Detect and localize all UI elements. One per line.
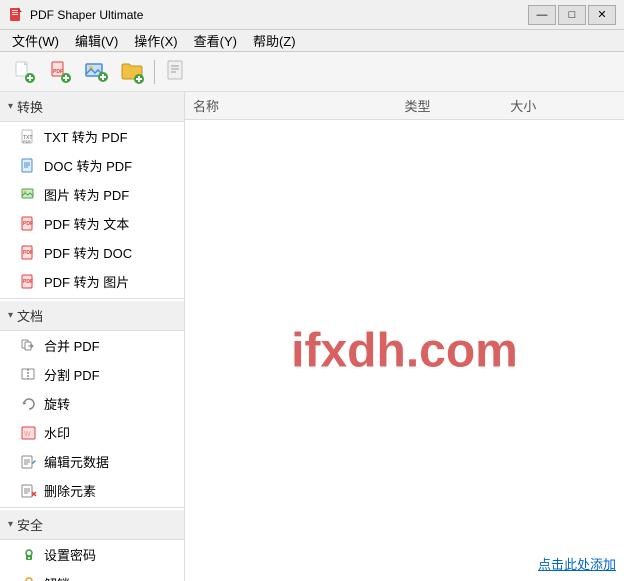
sidebar-section-convert-label: 转换 <box>17 97 43 116</box>
sidebar-item-txt-to-pdf-label: TXT 转为 PDF <box>44 127 128 146</box>
svg-text:PDF: PDF <box>23 221 33 227</box>
watermark-text: ifxdh.com <box>291 323 518 378</box>
app-title: PDF Shaper Ultimate <box>30 8 143 22</box>
pdf-to-doc-icon: PDF <box>20 244 38 262</box>
img-to-pdf-icon <box>20 186 38 204</box>
sidebar-item-set-password-label: 设置密码 <box>44 545 96 564</box>
sidebar-item-unlock[interactable]: 解锁 <box>0 569 184 581</box>
sidebar-item-set-password[interactable]: 设置密码 <box>0 540 184 569</box>
sidebar-item-watermark[interactable]: W 水印 <box>0 418 184 447</box>
menu-view[interactable]: 查看(Y) <box>186 29 245 52</box>
toolbar-doc[interactable] <box>161 56 193 88</box>
sidebar-section-security-items: 设置密码 解锁 签名 <box>0 540 184 581</box>
sidebar-divider-2 <box>0 507 184 508</box>
sidebar-item-rotate-label: 旋转 <box>44 394 70 413</box>
edit-meta-icon <box>20 453 38 471</box>
toolbar-separator <box>154 60 155 84</box>
title-bar: PDF Shaper Ultimate — □ ✕ <box>0 0 624 30</box>
sidebar-item-delete-element[interactable]: 删除元素 <box>0 476 184 505</box>
toolbar: PDF <box>0 52 624 92</box>
sidebar-section-docs-label: 文档 <box>17 306 43 325</box>
menu-file[interactable]: 文件(W) <box>4 29 67 52</box>
menu-bar: 文件(W) 编辑(V) 操作(X) 查看(Y) 帮助(Z) <box>0 30 624 52</box>
sidebar-item-pdf-to-img-label: PDF 转为 图片 <box>44 272 129 291</box>
sidebar-divider-1 <box>0 298 184 299</box>
hint-link[interactable]: 点击此处添加 <box>538 554 616 573</box>
sidebar-item-txt-to-pdf[interactable]: TXT PDF TXT 转为 PDF <box>0 122 184 151</box>
sidebar-item-doc-to-pdf-label: DOC 转为 PDF <box>44 156 132 175</box>
menu-operation[interactable]: 操作(X) <box>126 29 185 52</box>
rotate-icon <box>20 395 38 413</box>
toolbar-add-file[interactable] <box>8 56 40 88</box>
menu-help[interactable]: 帮助(Z) <box>245 29 304 52</box>
col-size-header: 大小 <box>510 96 616 115</box>
sidebar-item-pdf-to-text-label: PDF 转为 文本 <box>44 214 129 233</box>
pdf-to-text-icon: PDF <box>20 215 38 233</box>
sidebar-item-watermark-label: 水印 <box>44 423 70 442</box>
close-btn[interactable]: ✕ <box>588 5 616 25</box>
sidebar-item-merge-pdf[interactable]: 合并 PDF <box>0 331 184 360</box>
toolbar-image[interactable] <box>80 56 112 88</box>
pdf-to-img-icon: PDF <box>20 273 38 291</box>
unlock-icon <box>20 575 38 581</box>
sidebar-section-docs-items: 合并 PDF 分割 PDF 旋转 <box>0 331 184 505</box>
minimize-btn[interactable]: — <box>528 5 556 25</box>
sidebar-section-security-label: 安全 <box>17 515 43 534</box>
main-layout: ▾ 转换 TXT PDF TXT 转为 PDF <box>0 92 624 581</box>
sidebar: ▾ 转换 TXT PDF TXT 转为 PDF <box>0 92 185 581</box>
sidebar-section-docs[interactable]: ▾ 文档 <box>0 301 184 331</box>
sidebar-item-edit-meta-label: 编辑元数据 <box>44 452 109 471</box>
app-icon <box>8 7 24 23</box>
sidebar-section-security[interactable]: ▾ 安全 <box>0 510 184 540</box>
sidebar-item-img-to-pdf-label: 图片 转为 PDF <box>44 185 129 204</box>
merge-pdf-icon <box>20 337 38 355</box>
svg-text:PDF: PDF <box>23 279 33 285</box>
svg-text:PDF: PDF <box>53 69 63 75</box>
toolbar-folder[interactable] <box>116 56 148 88</box>
svg-text:PDF: PDF <box>23 250 33 256</box>
column-headers: 名称 类型 大小 <box>185 92 624 120</box>
arrow-security-icon: ▾ <box>8 519 13 530</box>
menu-edit[interactable]: 编辑(V) <box>67 29 126 52</box>
arrow-convert-icon: ▾ <box>8 101 13 112</box>
delete-element-icon <box>20 482 38 500</box>
sidebar-section-convert[interactable]: ▾ 转换 <box>0 92 184 122</box>
svg-text:W: W <box>24 431 31 438</box>
svg-text:PDF: PDF <box>23 139 32 144</box>
col-name-header: 名称 <box>193 96 405 115</box>
sidebar-item-pdf-to-doc[interactable]: PDF PDF 转为 DOC <box>0 238 184 267</box>
sidebar-item-merge-pdf-label: 合并 PDF <box>44 336 100 355</box>
sidebar-item-pdf-to-img[interactable]: PDF PDF 转为 图片 <box>0 267 184 296</box>
sidebar-item-edit-meta[interactable]: 编辑元数据 <box>0 447 184 476</box>
sidebar-item-split-pdf-label: 分割 PDF <box>44 365 100 384</box>
arrow-docs-icon: ▾ <box>8 310 13 321</box>
content-area: 名称 类型 大小 ifxdh.com 点击此处添加 <box>185 92 624 581</box>
maximize-btn[interactable]: □ <box>558 5 586 25</box>
sidebar-item-pdf-to-text[interactable]: PDF PDF 转为 文本 <box>0 209 184 238</box>
sidebar-item-doc-to-pdf[interactable]: DOC 转为 PDF <box>0 151 184 180</box>
sidebar-item-split-pdf[interactable]: 分割 PDF <box>0 360 184 389</box>
sidebar-item-img-to-pdf[interactable]: 图片 转为 PDF <box>0 180 184 209</box>
col-type-header: 类型 <box>405 96 511 115</box>
watermark-icon: W <box>20 424 38 442</box>
txt-to-pdf-icon: TXT PDF <box>20 128 38 146</box>
window-controls: — □ ✕ <box>528 5 616 25</box>
doc-to-pdf-icon <box>20 157 38 175</box>
sidebar-item-delete-element-label: 删除元素 <box>44 481 96 500</box>
sidebar-section-convert-items: TXT PDF TXT 转为 PDF DOC 转为 PDF <box>0 122 184 296</box>
sidebar-item-pdf-to-doc-label: PDF 转为 DOC <box>44 243 132 262</box>
toolbar-add-pdf[interactable]: PDF <box>44 56 76 88</box>
file-list: ifxdh.com 点击此处添加 <box>185 120 624 581</box>
set-password-icon <box>20 546 38 564</box>
split-pdf-icon <box>20 366 38 384</box>
sidebar-item-unlock-label: 解锁 <box>44 574 70 581</box>
sidebar-item-rotate[interactable]: 旋转 <box>0 389 184 418</box>
